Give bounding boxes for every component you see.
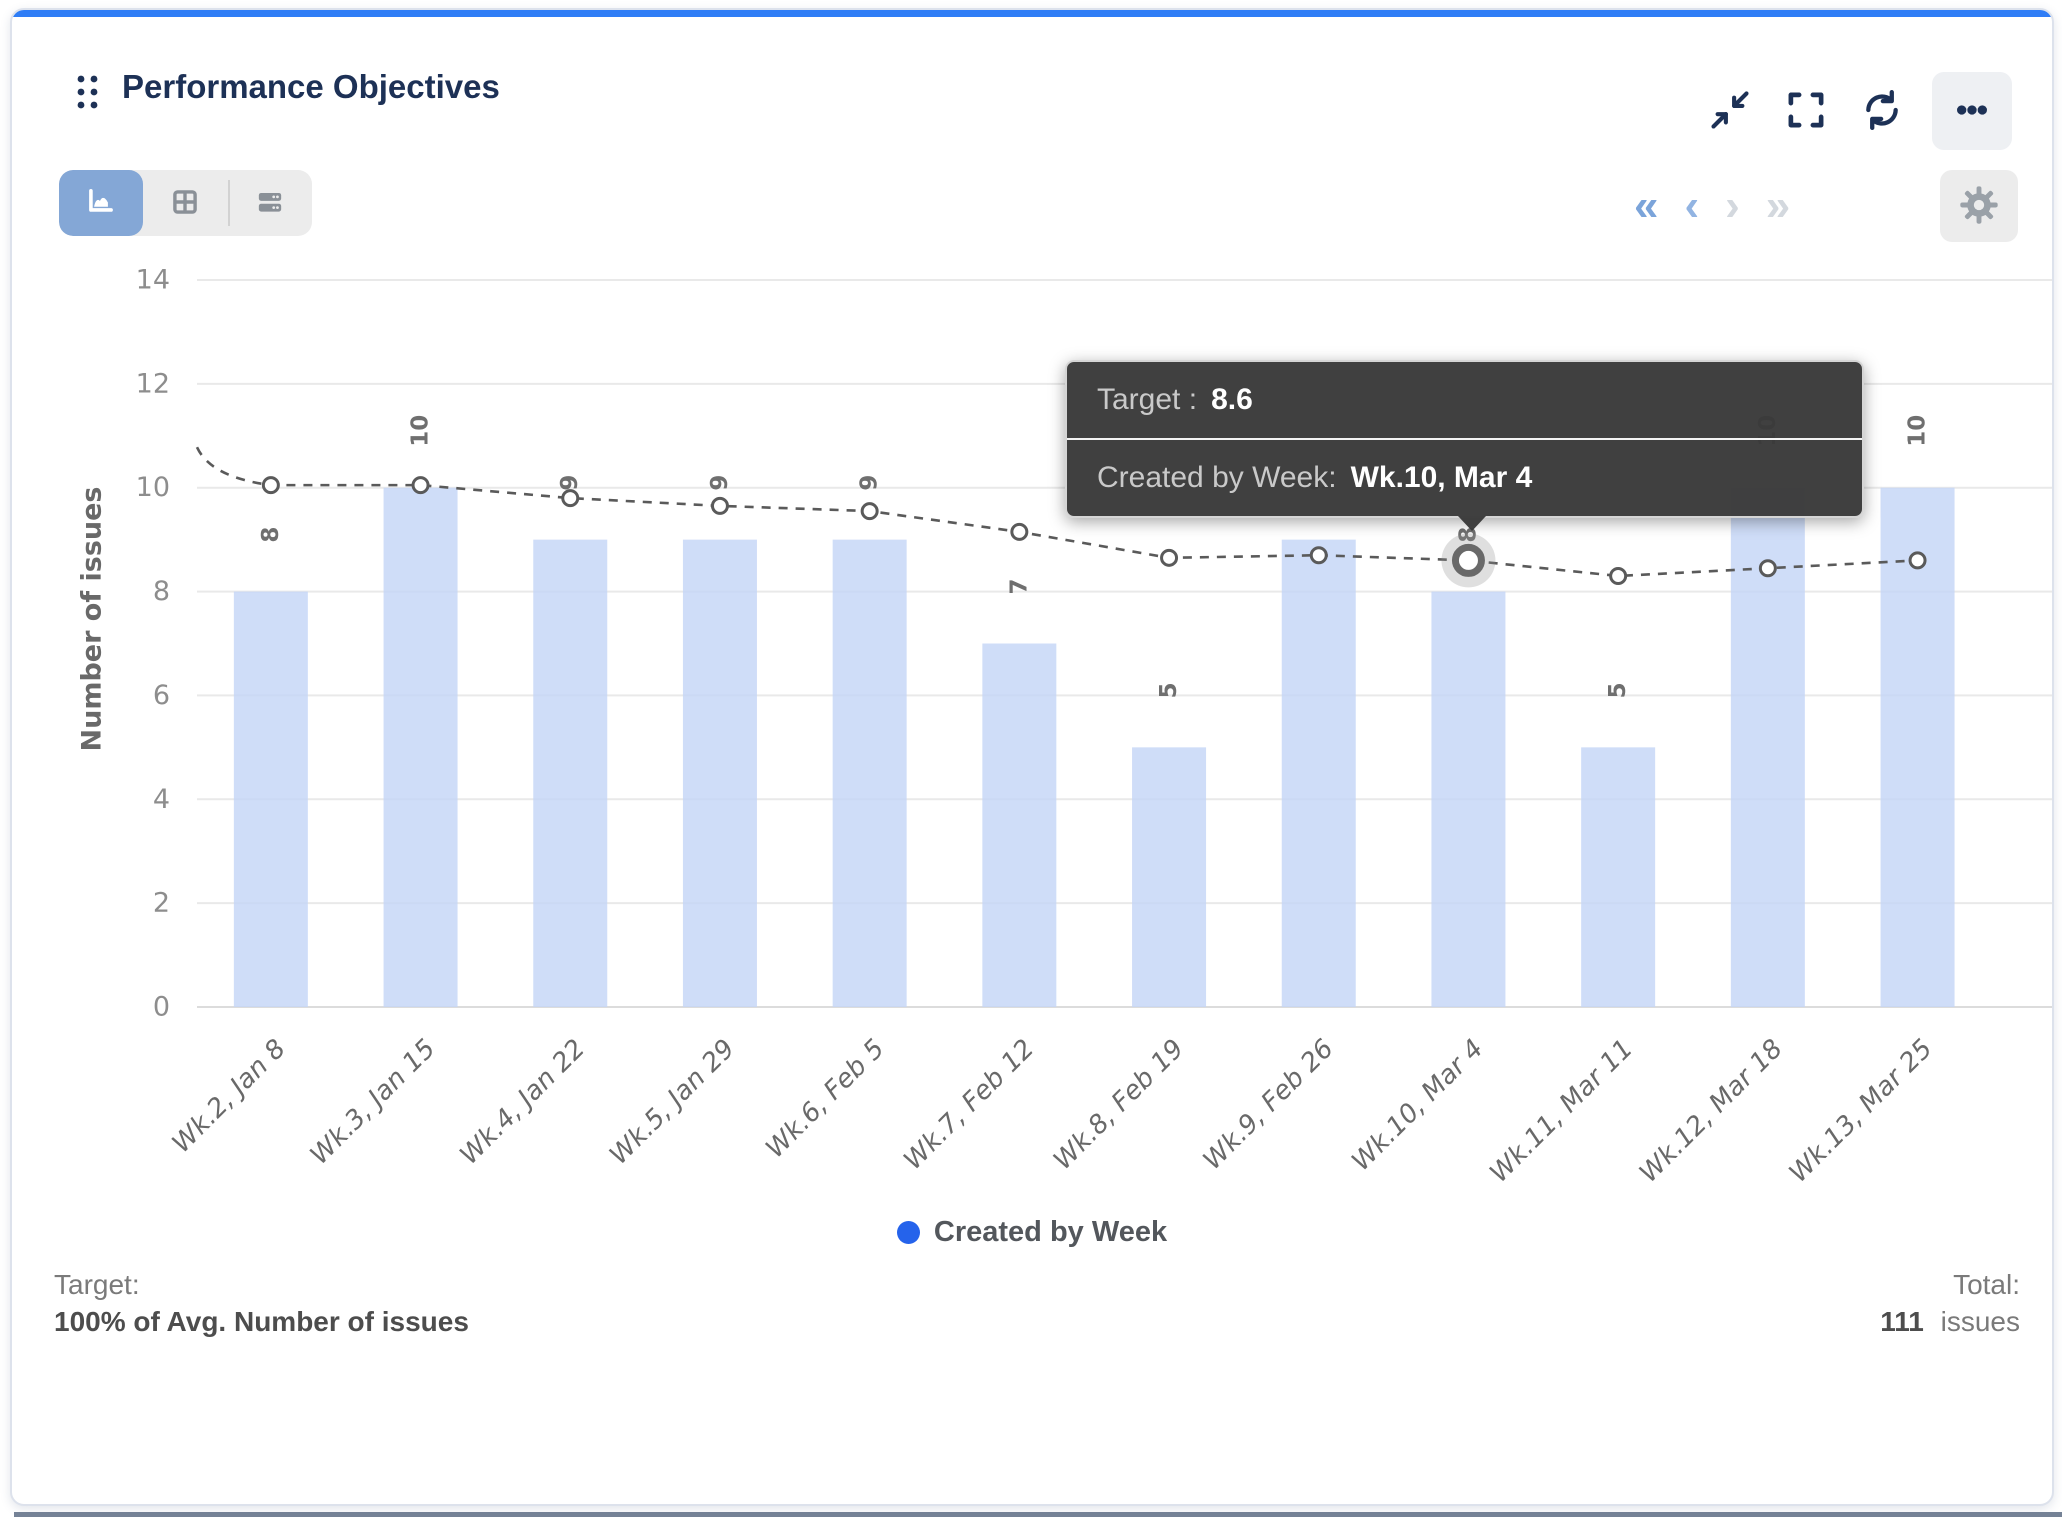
y-tick-label: 6 [153,680,170,711]
x-tick-label: Wk.11, Mar 11 [1484,1034,1639,1189]
bar[interactable] [682,539,757,1007]
legend-marker-dot [896,1221,920,1244]
bar-value-label: 9 [557,475,583,491]
total-summary-value: 111 [1880,1306,1924,1337]
y-tick-label: 12 [136,368,170,399]
x-tick-label: Wk.13, Mar 25 [1784,1034,1939,1189]
target-summary-value: 100% of Avg. Number of issues [54,1306,469,1337]
x-tick-label: Wk.8, Feb 19 [1048,1034,1190,1176]
tooltip-arrow [1458,516,1486,531]
bar-value-label: 5 [1605,682,1631,698]
legend-label: Created by Week [933,1216,1168,1248]
bar[interactable] [233,591,308,1007]
tooltip-target-row: Target : 8.6 [1067,362,1862,438]
next-widget-top-edge [14,1512,2062,1517]
bar-value-label: 10 [408,415,434,447]
target-marker[interactable] [1758,559,1777,578]
chart-legend[interactable]: Created by Week [12,1216,2052,1249]
bar-value-label: 7 [1006,578,1032,594]
target-marker-active[interactable] [1451,543,1485,577]
total-summary-label: Total: [1953,1269,2020,1300]
bar[interactable] [1281,539,1356,1007]
tooltip-target-value: 8.6 [1211,383,1253,416]
y-tick-label: 4 [153,784,170,815]
tooltip-target-label: Target : [1097,383,1198,416]
dashboard-background: Performance Objectives « ‹ › » 0 2 4 6 8… [0,0,2062,1517]
x-tick-label: Wk.3, Jan 15 [305,1034,442,1171]
target-marker[interactable] [561,489,580,508]
bar[interactable] [1431,591,1506,1007]
y-tick-label: 14 [136,265,170,296]
target-marker[interactable] [860,502,879,521]
x-tick-label: Wk.10, Mar 4 [1346,1034,1489,1177]
bar[interactable] [1132,747,1207,1007]
bar[interactable] [383,487,458,1007]
x-tick-label: Wk.12, Mar 18 [1634,1034,1789,1189]
widget-panel: Performance Objectives « ‹ › » 0 2 4 6 8… [10,8,2054,1506]
x-tick-label: Wk.7, Feb 12 [898,1034,1040,1176]
target-summary-label: Target: [54,1269,140,1300]
bar[interactable] [533,539,608,1007]
tooltip-series-label: Created by Week: [1097,461,1337,494]
y-tick-label: 10 [136,472,170,503]
x-tick-label: Wk.4, Jan 22 [454,1034,591,1171]
target-marker[interactable] [1908,551,1927,570]
y-tick-label: 8 [153,576,170,607]
target-marker[interactable] [261,476,280,495]
target-marker[interactable] [1010,522,1029,541]
x-tick-label: Wk.9, Feb 26 [1198,1034,1340,1176]
y-tick-label: 0 [153,992,170,1023]
total-summary-suffix: issues [1940,1306,2020,1337]
chart-tooltip: Target : 8.6 Created by Week: Wk.10, Mar… [1065,360,1864,531]
x-tick-label: Wk.5, Jan 29 [604,1034,741,1171]
x-tick-label: Wk.2, Jan 8 [167,1034,292,1159]
target-marker[interactable] [1309,546,1328,565]
target-marker[interactable] [411,476,430,495]
y-tick-label: 2 [153,888,170,919]
bar[interactable] [982,643,1057,1008]
tooltip-series-value: Wk.10, Mar 4 [1350,461,1533,494]
bar-value-label: 5 [1156,682,1182,698]
total-summary: Total: 111 issues [1880,1266,2020,1340]
bar-value-label: 9 [707,475,733,491]
target-summary: Target: 100% of Avg. Number of issues [54,1266,469,1340]
target-marker[interactable] [1609,566,1628,585]
target-marker[interactable] [1160,548,1179,567]
y-axis-title: Number of issues [77,486,108,751]
tooltip-series-row: Created by Week: Wk.10, Mar 4 [1067,440,1862,516]
x-tick-label: Wk.6, Feb 5 [760,1034,890,1164]
bar-value-label: 10 [1905,415,1931,447]
bar[interactable] [1581,747,1656,1007]
target-marker[interactable] [710,496,729,515]
bar-value-label: 9 [857,475,883,491]
bar-value-label: 8 [258,527,284,543]
bar[interactable] [832,539,907,1007]
